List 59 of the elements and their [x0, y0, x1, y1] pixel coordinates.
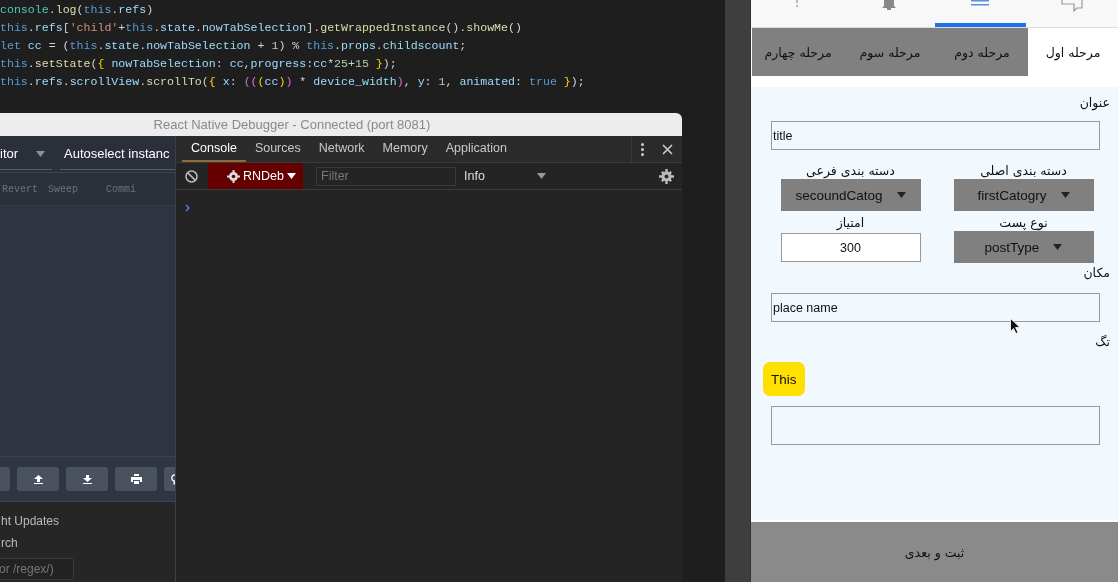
stage-tab[interactable]: مرحله سوم	[844, 28, 936, 76]
menu-icon	[971, 0, 990, 7]
caret-icon	[896, 192, 906, 198]
dropdown[interactable]: firstCatogry	[953, 179, 1094, 211]
caret-icon	[36, 150, 46, 157]
code-line: this.refs['child'+this.state.nowTabSelection].getWrappedInstance().showMe()	[0, 20, 523, 36]
context-dropdown[interactable]: RNDeb	[208, 163, 303, 189]
tag-chip[interactable]: This	[763, 362, 805, 396]
field-label: دسته بندی اصلی	[980, 163, 1067, 179]
field-label: تگ	[1094, 334, 1110, 350]
more-icon[interactable]	[641, 142, 644, 156]
gear-icon	[227, 169, 240, 183]
clear-icon[interactable]	[185, 169, 198, 183]
devtools-tab[interactable]: Memory	[373, 136, 437, 162]
devtools-tab[interactable]: Application	[436, 136, 516, 162]
field-label: دسته بندی فرعی	[806, 163, 895, 179]
devtools-tab[interactable]: Network	[309, 136, 374, 162]
settings-label: rch	[1, 536, 19, 550]
bell-icon	[881, 0, 896, 10]
level-dropdown[interactable]: Info	[464, 169, 546, 183]
score-field[interactable]: 300	[780, 233, 921, 262]
field-label: نوع پست	[999, 215, 1048, 231]
toolbar-button[interactable]	[17, 467, 59, 491]
mouse-cursor-icon	[1010, 318, 1021, 334]
code-line: console.log(this.refs)	[0, 2, 155, 18]
submit-button[interactable]: ثبت و بعدی	[751, 522, 1118, 582]
upload-icon	[33, 474, 43, 484]
monitor-dropdown[interactable]: itor	[0, 138, 52, 170]
stage-tab[interactable]: مرحله چهارم	[752, 28, 844, 76]
code-line: this.setState({ nowTabSelection: cc,progress:cc*25+15 });	[0, 56, 398, 72]
instance-dropdown[interactable]: Autoselect instanc	[60, 138, 175, 170]
stage-tab[interactable]: مرحله دوم	[936, 28, 1028, 76]
prompt-icon	[185, 204, 190, 212]
download-icon	[82, 474, 92, 484]
title-field[interactable]: title	[771, 121, 1100, 150]
settings-label: ht Updates	[1, 514, 61, 528]
caret-icon	[1053, 244, 1063, 250]
tag-field[interactable]	[771, 406, 1100, 445]
devtools-tab[interactable]: Sources	[245, 136, 310, 162]
place-field[interactable]: place name	[771, 293, 1100, 322]
field-label: عنوان	[1078, 95, 1110, 111]
settings-icon[interactable]	[659, 168, 674, 184]
search-field[interactable]: or /regex/)	[0, 558, 74, 580]
filter-field[interactable]: Filter	[316, 166, 456, 186]
window-title: React Native Debugger - Connected (port 8081)	[0, 113, 682, 136]
caret-icon	[287, 173, 296, 179]
print-icon	[130, 474, 142, 484]
caret-icon	[1060, 192, 1070, 198]
field-label: امتیاز	[836, 215, 865, 231]
toolbar-button[interactable]	[66, 467, 108, 491]
field-label: مکان	[1082, 265, 1110, 281]
dropdown[interactable]: postType	[953, 231, 1094, 263]
dropdown[interactable]: secoundCatog	[780, 179, 921, 211]
caret-icon	[537, 173, 546, 179]
code-line: this.refs.scrollView.scrollTo({ x: (((cc)) * device_width), y: 1, animated: true });	[0, 74, 586, 90]
code-line: let cc = (this.state.nowTabSelection + 1) % this.props.childscount;	[0, 38, 468, 54]
chat-icon	[1061, 0, 1084, 12]
toolbar-button[interactable]	[115, 467, 157, 491]
close-icon[interactable]	[662, 143, 673, 155]
